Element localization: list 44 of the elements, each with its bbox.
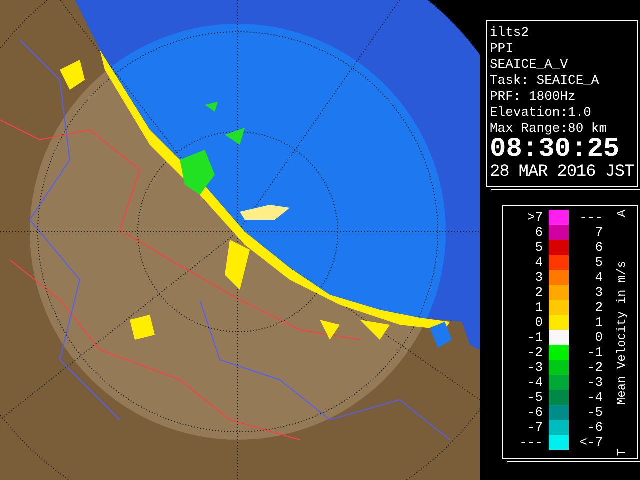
info-text: PRF: 1800Hz [490, 89, 577, 105]
legend-label: 3 [535, 270, 543, 285]
legend-title: Mean Velocity in m/s [615, 260, 629, 406]
legend-label: -2 [527, 345, 543, 360]
legend-label: 2 [595, 300, 603, 315]
info-text: Elevation:1.0 [490, 105, 592, 121]
info-text: PPI [490, 41, 514, 57]
legend-label: 6 [535, 225, 543, 240]
legend-label: 4 [535, 255, 543, 270]
info-text: Task: SEAICE_A [490, 73, 600, 89]
legend-mark: A [615, 210, 629, 218]
legend-label: -4 [527, 375, 543, 390]
legend-label: -5 [587, 405, 603, 420]
legend-label: 7 [595, 225, 603, 240]
legend-label: 0 [535, 315, 543, 330]
legend-label: -3 [527, 360, 543, 375]
legend-label: <-7 [580, 435, 603, 450]
info-text: SEAICE_A_V [490, 57, 570, 73]
legend-label: -6 [527, 405, 543, 420]
legend-label: 1 [535, 300, 543, 315]
legend-label: 4 [595, 270, 603, 285]
legend-label: 5 [595, 255, 603, 270]
legend-label: 6 [595, 240, 603, 255]
info-text: Max Range:80 km [490, 121, 608, 137]
legend-label: 5 [535, 240, 543, 255]
legend-label: 1 [595, 315, 603, 330]
date-text: 28 MAR 2016 JST [490, 163, 634, 183]
legend-label: -4 [587, 390, 603, 405]
legend-label: >7 [527, 210, 543, 225]
legend-label: -1 [587, 345, 603, 360]
legend-label: -1 [527, 330, 543, 345]
legend-label: --- [520, 435, 543, 450]
time-text: 08:30:25 [490, 137, 620, 163]
legend-label: -3 [587, 375, 603, 390]
legend-label: 3 [595, 285, 603, 300]
info-text: ilts2 [490, 25, 530, 41]
legend-label: -5 [527, 390, 543, 405]
legend-mark: T [615, 448, 629, 456]
legend-label: -6 [587, 420, 603, 435]
legend-label: -7 [527, 420, 543, 435]
legend-label: -2 [587, 360, 603, 375]
legend-label: 0 [595, 330, 603, 345]
legend-label: 2 [535, 285, 543, 300]
legend-label: --- [580, 210, 603, 225]
